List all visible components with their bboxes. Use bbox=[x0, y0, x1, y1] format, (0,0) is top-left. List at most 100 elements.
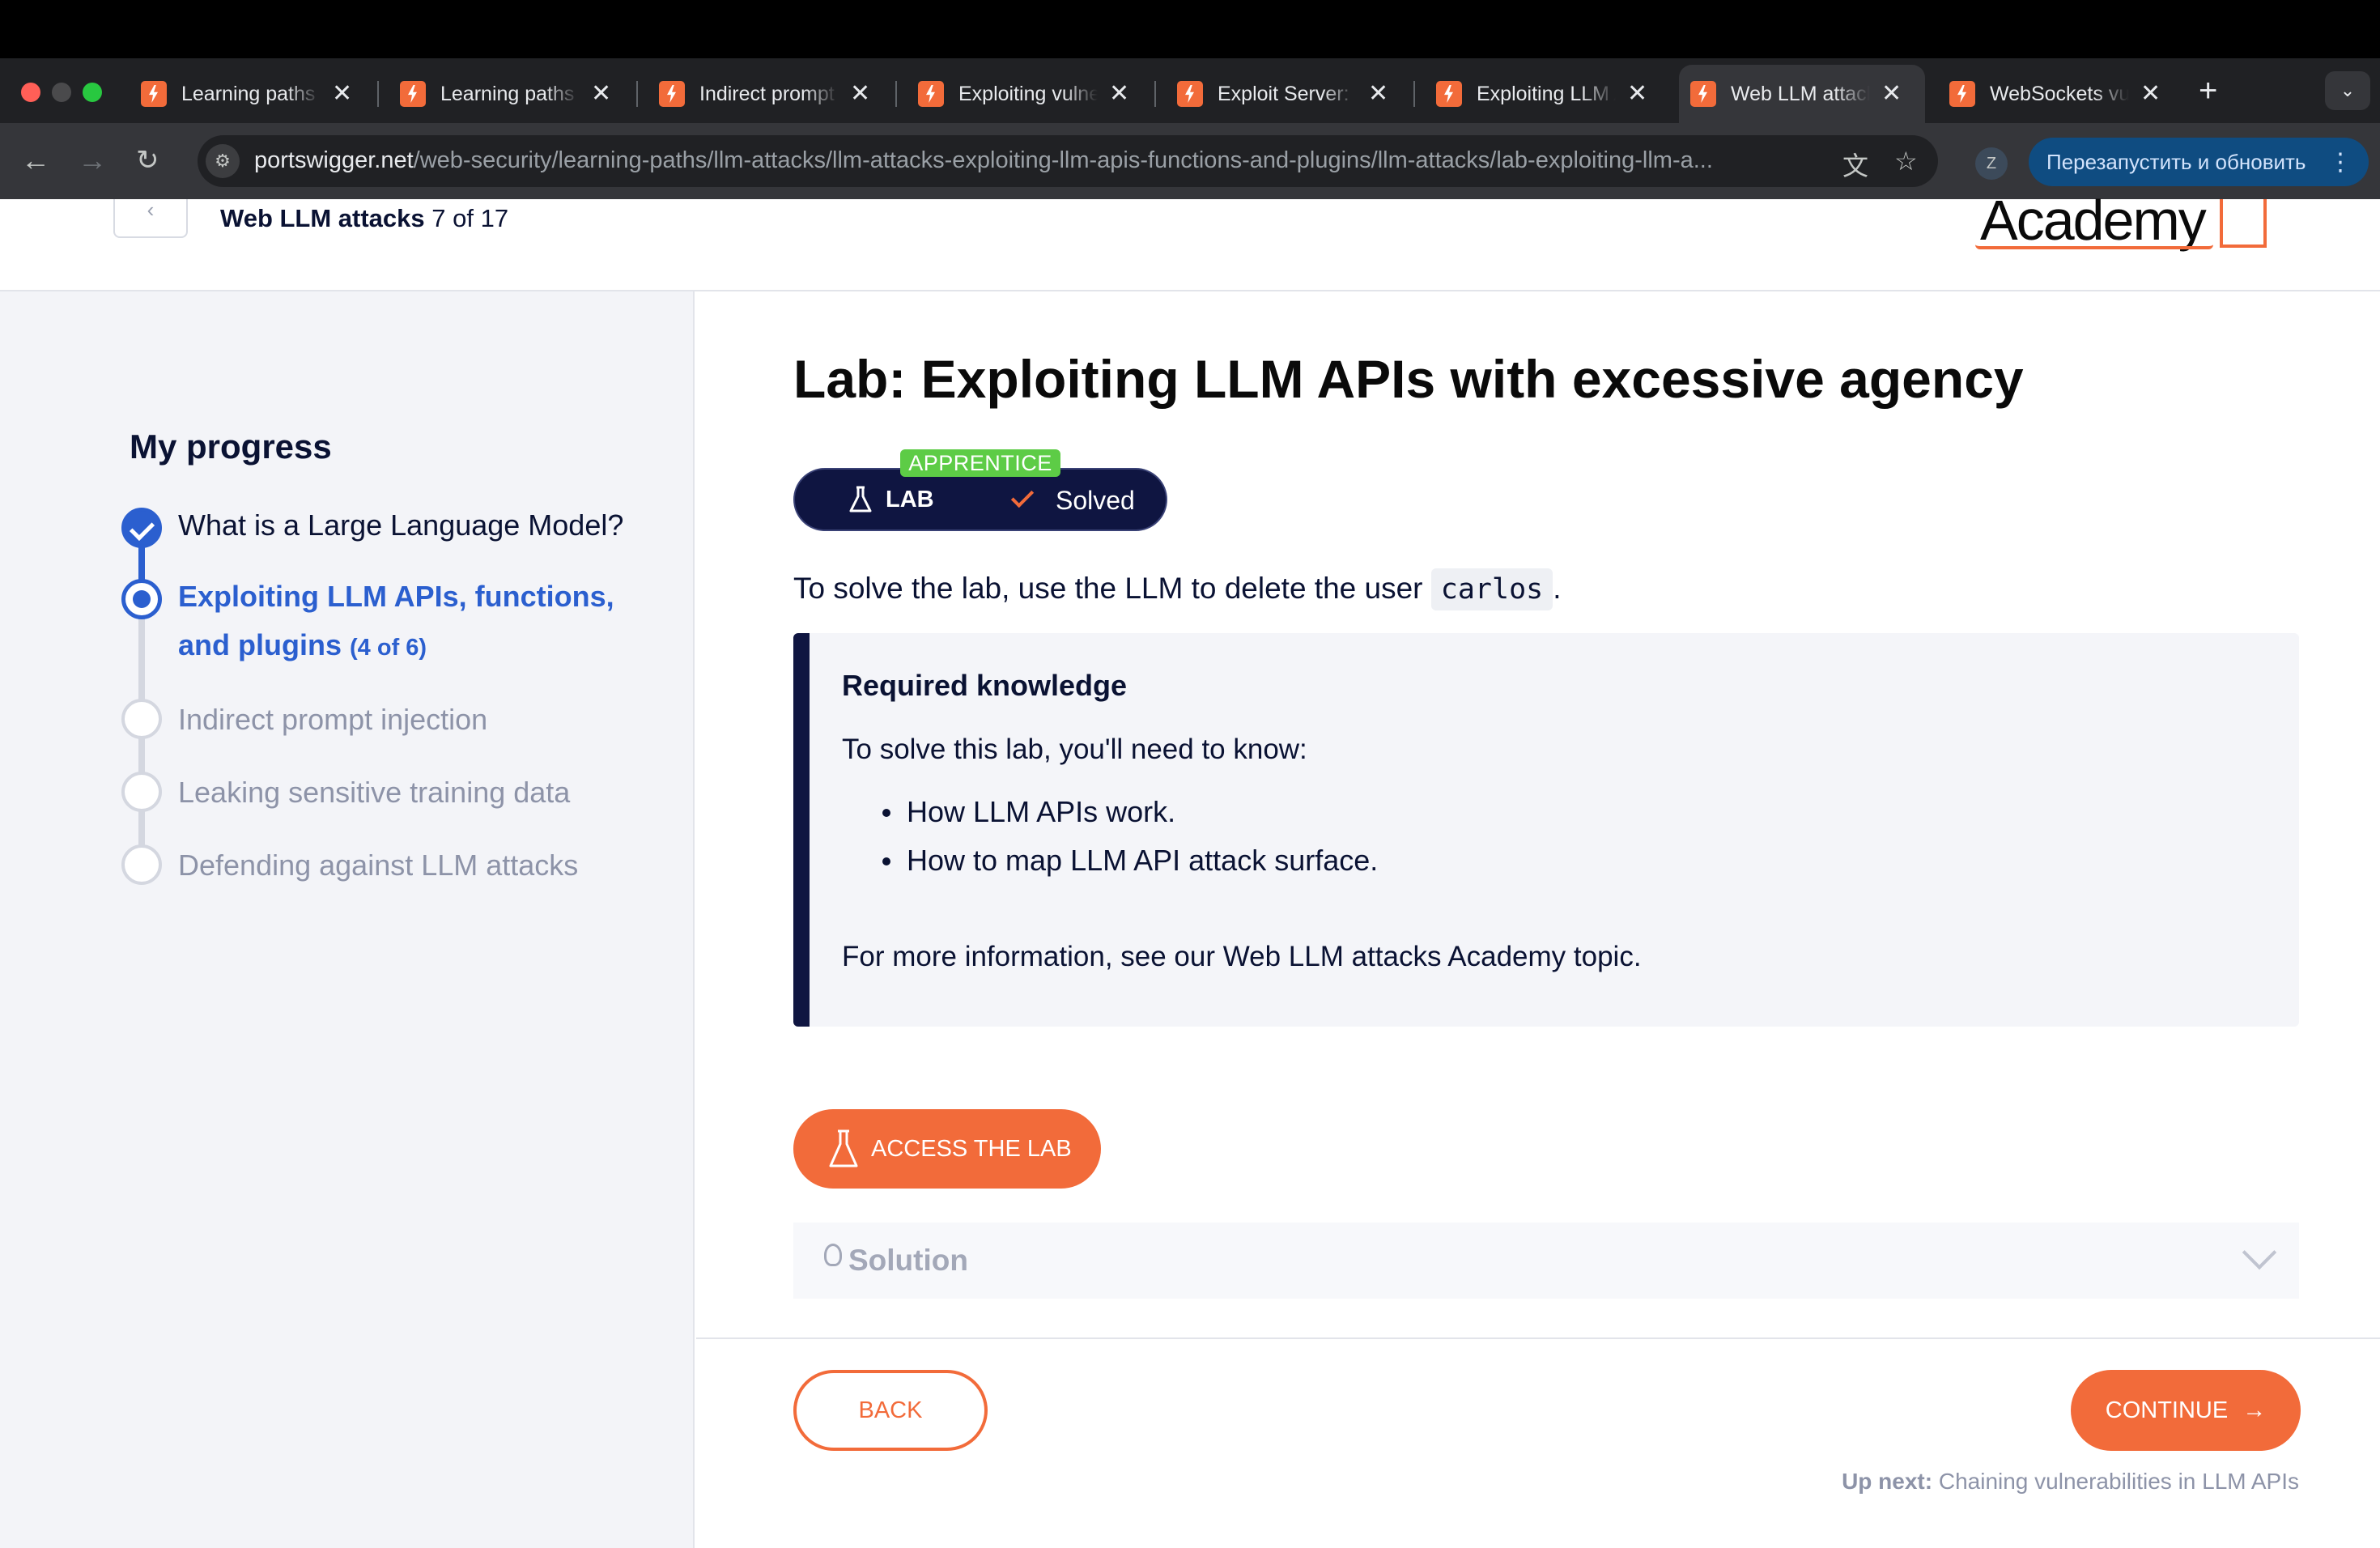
solved-status: Solved bbox=[1056, 486, 1135, 515]
step-current-icon bbox=[121, 579, 162, 619]
page-title: Lab: Exploiting LLM APIs with excessive … bbox=[793, 349, 2024, 409]
star-icon[interactable]: ☆ bbox=[1894, 146, 1918, 176]
knowledge-item[interactable]: How LLM APIs work. bbox=[882, 795, 1175, 829]
tab-close-icon[interactable]: ✕ bbox=[1627, 82, 1647, 106]
tab-separator bbox=[636, 81, 638, 107]
step-pending-icon bbox=[121, 844, 162, 885]
step-pending-icon bbox=[121, 772, 162, 812]
browser-tab[interactable]: WebSockets vulnerabilities ✕ bbox=[1938, 65, 2172, 123]
continue-button[interactable]: CONTINUE → bbox=[2071, 1370, 2301, 1451]
level-badge: APPRENTICE bbox=[900, 449, 1060, 477]
up-next-title: Chaining vulnerabilities in LLM APIs bbox=[1938, 1469, 2299, 1494]
course-position: 7 of 17 bbox=[431, 204, 509, 232]
tab-separator bbox=[377, 81, 379, 107]
step-pending-icon bbox=[121, 699, 162, 739]
intro-text: To solve the lab, use the LLM to delete … bbox=[793, 572, 1431, 605]
step-label[interactable]: Defending against LLM attacks bbox=[178, 841, 578, 890]
portswigger-favicon-icon bbox=[141, 81, 167, 107]
step-label[interactable]: Leaking sensitive training data bbox=[178, 768, 570, 817]
lab-intro: To solve the lab, use the LLM to delete … bbox=[793, 568, 1562, 610]
tab-title: Exploiting vulnerabilities in LLM APIs bbox=[958, 82, 1098, 105]
window-zoom-button[interactable] bbox=[83, 83, 102, 102]
up-next[interactable]: Up next: Chaining vulnerabilities in LLM… bbox=[1839, 1469, 2299, 1495]
knowledge-title: Required knowledge bbox=[842, 669, 1128, 702]
url-text[interactable]: portswigger.net/web-security/learning-pa… bbox=[254, 147, 1817, 174]
portswigger-favicon-icon bbox=[1436, 81, 1462, 107]
window-close-button[interactable] bbox=[21, 83, 40, 102]
kebab-icon[interactable]: ⋮ bbox=[2328, 148, 2352, 176]
back-button[interactable]: BACK bbox=[793, 1370, 988, 1451]
tab-close-icon[interactable]: ✕ bbox=[850, 82, 870, 106]
lab-label: LAB bbox=[886, 487, 934, 512]
tab-close-icon[interactable]: ✕ bbox=[2140, 82, 2161, 106]
step-label[interactable]: Indirect prompt injection bbox=[178, 695, 487, 744]
solution-label[interactable]: Solution bbox=[848, 1244, 968, 1278]
tab-close-icon[interactable]: ✕ bbox=[591, 82, 611, 106]
reload-icon[interactable]: ↻ bbox=[136, 142, 159, 178]
tune-icon[interactable]: ⚙ bbox=[206, 144, 240, 178]
course-name: Web LLM attacks bbox=[220, 204, 425, 232]
lightbulb-icon bbox=[824, 1244, 842, 1266]
relaunch-update-button[interactable]: Перезапустить и обновить ⋮ bbox=[2029, 138, 2369, 186]
knowledge-item[interactable]: How to map LLM API attack surface. bbox=[882, 844, 1378, 878]
tab-separator bbox=[895, 81, 897, 107]
url-host: portswigger.net bbox=[254, 147, 414, 173]
browser-tab[interactable]: Learning paths | Web Security Academy ✕ bbox=[389, 65, 623, 123]
course-title: Web LLM attacks 7 of 17 bbox=[220, 204, 508, 233]
tab-separator bbox=[1413, 81, 1415, 107]
relaunch-label: Перезапустить и обновить bbox=[2046, 149, 2306, 174]
browser-tab[interactable]: Indirect prompt injection ✕ bbox=[648, 65, 882, 123]
tab-close-icon[interactable]: ✕ bbox=[332, 82, 352, 106]
browser-tab[interactable]: Learning paths | Web Security Academy ✕ bbox=[130, 65, 363, 123]
continue-label: CONTINUE bbox=[2105, 1397, 2229, 1423]
new-tab-button[interactable]: + bbox=[2199, 73, 2217, 108]
portswigger-favicon-icon bbox=[1690, 81, 1716, 107]
portswigger-favicon-icon bbox=[918, 81, 944, 107]
portswigger-favicon-icon bbox=[400, 81, 426, 107]
academy-logo[interactable]: Academy bbox=[1980, 188, 2207, 253]
step-label[interactable]: What is a Large Language Model? bbox=[178, 501, 623, 550]
browser-tab[interactable]: Exploit Server: Indirect prompt injectio… bbox=[1166, 65, 1400, 123]
profile-avatar[interactable]: Z bbox=[1975, 147, 2008, 180]
tab-title: Learning paths | Web Security Academy bbox=[440, 82, 580, 105]
flask-icon bbox=[829, 1129, 858, 1167]
tab-title: Learning paths | Web Security Academy bbox=[181, 82, 321, 105]
step-label-current[interactable]: Exploiting LLM APIs, functions, bbox=[178, 572, 614, 621]
access-lab-label: ACCESS THE LAB bbox=[871, 1135, 1072, 1162]
portswigger-favicon-icon bbox=[1949, 81, 1975, 107]
intro-text-end: . bbox=[1553, 572, 1562, 605]
arrow-right-icon[interactable]: → bbox=[78, 142, 107, 178]
solution-accordion[interactable] bbox=[793, 1223, 2299, 1299]
tab-close-icon[interactable]: ✕ bbox=[1881, 82, 1902, 106]
progress-sidebar bbox=[0, 291, 695, 1548]
flask-icon bbox=[849, 486, 872, 512]
translate-icon[interactable]: 文 bbox=[1842, 146, 1868, 183]
portswigger-favicon-icon bbox=[659, 81, 685, 107]
url-path: /web-security/learning-paths/llm-attacks… bbox=[413, 147, 1713, 173]
tab-title: Exploiting LLM APIs with excessive agenc… bbox=[1477, 82, 1616, 105]
arrow-right-icon: → bbox=[2242, 1397, 2267, 1423]
knowledge-more[interactable]: For more information, see our Web LLM at… bbox=[842, 941, 1642, 973]
step-label-current-line2[interactable]: and plugins (4 of 6) bbox=[178, 621, 427, 672]
academy-logo-mark-icon bbox=[2220, 199, 2267, 248]
tab-title: Exploit Server: Indirect prompt injectio… bbox=[1218, 82, 1357, 105]
progress-title: My progress bbox=[130, 427, 332, 466]
browser-tab[interactable]: Exploiting LLM APIs with excessive agenc… bbox=[1425, 65, 1659, 123]
tab-close-icon[interactable]: ✕ bbox=[1368, 82, 1388, 106]
step-count: (4 of 6) bbox=[350, 635, 427, 661]
tab-title: Indirect prompt injection bbox=[699, 82, 839, 105]
tab-title: Web LLM attacks bbox=[1731, 82, 1870, 105]
browser-tab[interactable]: Exploiting vulnerabilities in LLM APIs ✕ bbox=[907, 65, 1141, 123]
tab-separator bbox=[1154, 81, 1156, 107]
footer-divider bbox=[696, 1337, 2380, 1339]
browser-tab-active[interactable]: Web LLM attacks ✕ bbox=[1679, 65, 1925, 123]
arrow-left-icon[interactable]: ← bbox=[21, 142, 50, 178]
knowledge-text: To solve this lab, you'll need to know: bbox=[842, 734, 1307, 765]
academy-logo-underline bbox=[1975, 245, 2213, 249]
tab-search-button[interactable]: ⌄ bbox=[2325, 71, 2370, 110]
intro-code: carlos bbox=[1430, 568, 1553, 610]
chevron-left-icon[interactable]: ‹ bbox=[113, 199, 188, 238]
window-minimize-button[interactable] bbox=[52, 83, 71, 102]
step-label-text: and plugins bbox=[178, 628, 342, 661]
tab-close-icon[interactable]: ✕ bbox=[1109, 82, 1129, 106]
